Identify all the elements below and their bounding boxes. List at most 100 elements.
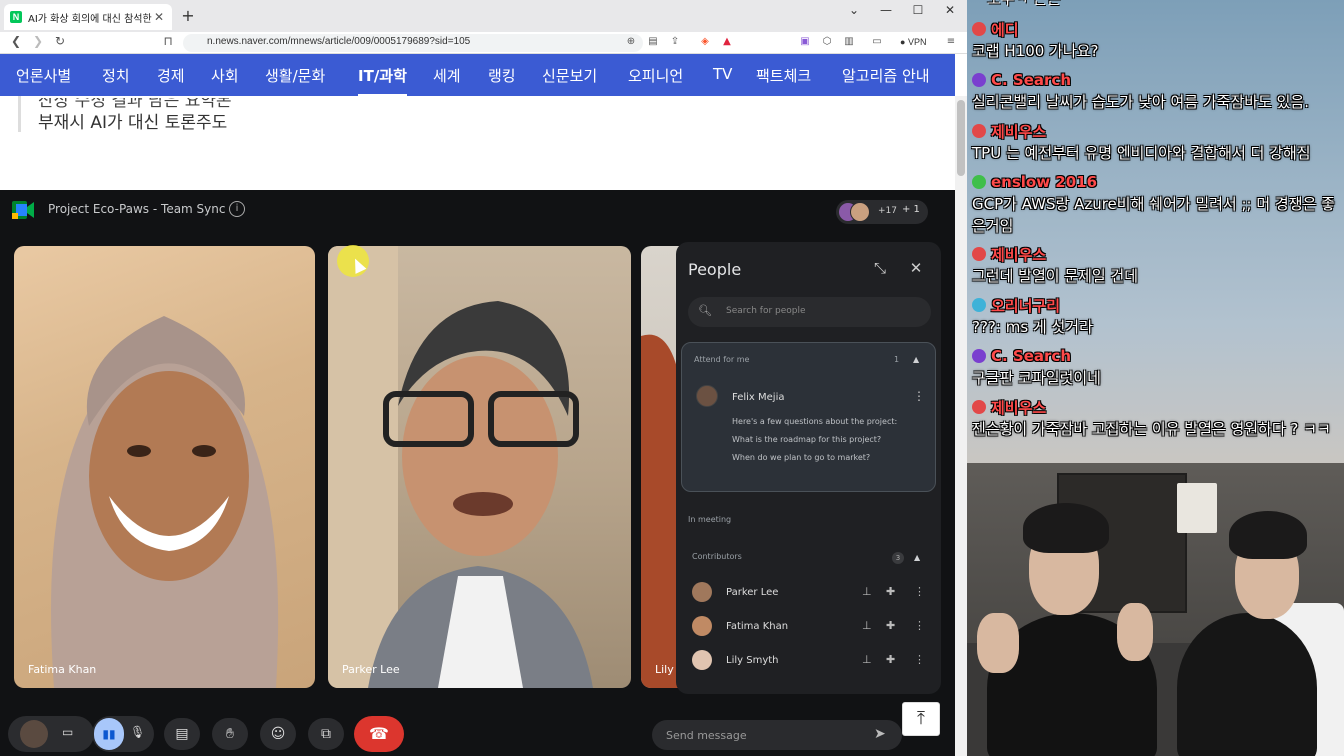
chevron-up-icon[interactable]: ▲ [913,355,919,364]
present-icon[interactable]: ⧉ [308,718,344,750]
chat-text: GCP가 AWS랑 Azure비해 쉐어가 밀려서 ;; 머 경쟁은 좋은거임 [972,195,1335,235]
close-window-icon[interactable]: ✕ [940,3,960,17]
chat-user-row: enslow 2016 [972,171,1340,193]
zoom-icon[interactable]: ⊕ [624,35,638,49]
avatar-count: +17 [878,206,897,216]
rewards-icon[interactable]: ▲ [720,35,734,49]
raise-hand-icon[interactable]: ✋︎ [212,718,248,750]
scroll-thumb[interactable] [957,100,965,176]
info-icon[interactable]: i [229,201,245,217]
send-message-input[interactable]: Send message ➤ [652,720,902,750]
nav-item[interactable]: IT/과학 [358,65,407,97]
wallet-icon[interactable]: ▭ [870,35,884,49]
captions-icon[interactable]: ▤ [164,718,200,750]
mic-icon[interactable]: 🎙︎ [130,725,145,739]
user-badge-icon [972,247,986,261]
chat-username[interactable]: C. Search [991,347,1071,365]
nav-item[interactable]: 정치 [102,65,130,86]
nav-item[interactable]: 랭킹 [488,65,516,86]
more-options-icon[interactable]: ⋮ [913,389,925,403]
mute-icon[interactable]: ✚ [886,585,895,598]
extensions-icon[interactable]: ⬡ [820,35,834,49]
mute-icon[interactable]: ✚ [886,653,895,666]
more-options-icon[interactable]: ⋮ [914,619,925,632]
naver-favicon-icon: N [10,11,22,23]
nav-item[interactable]: 경제 [157,65,185,86]
chevron-up-icon[interactable]: ▲ [914,553,920,562]
camera-icon: ▭ [62,725,74,739]
user-badge-icon [972,175,986,189]
contributor-name: Fatima Khan [726,621,789,632]
search-icon: 🔍︎ [698,304,712,317]
reload-icon[interactable]: ↻ [52,34,68,48]
nav-item[interactable]: 알고리즘 안내 [842,65,930,86]
vpn-button[interactable]: ● VPN [900,37,926,47]
nav-item[interactable]: TV [713,65,732,83]
chat-username[interactable]: 제비우스 [991,244,1046,265]
mute-icon[interactable]: ✚ [886,619,895,632]
nav-item[interactable]: 생활/문화 [265,65,325,86]
google-meet-video[interactable]: Project Eco-Paws - Team Sync i +17 + 1 F… [0,190,955,756]
contributor-row[interactable]: Parker Lee ⊥ ✚ ⋮ [692,580,932,606]
contributor-row[interactable]: Fatima Khan ⊥ ✚ ⋮ [692,614,932,640]
new-tab-icon[interactable]: + [180,6,196,25]
chat-user-row: 오리너구리 [972,294,1340,316]
chat-username[interactable]: 제비우스 [991,121,1046,142]
chat-username[interactable]: 오리너구리 [991,295,1060,316]
meeting-title: Project Eco-Paws - Team Sync [48,202,226,216]
nav-item[interactable]: 신문보기 [542,65,597,86]
nav-item[interactable]: 세계 [433,65,461,86]
question-line: Here's a few questions about the project… [732,417,898,426]
chat-text: TPU 는 예전부터 유명 엔비디아와 결합해서 더 강해짐 [972,144,1311,162]
pin-icon[interactable]: ⊥ [862,619,872,632]
page-scrollbar[interactable] [955,96,967,756]
nav-item[interactable]: 사회 [211,65,239,86]
forward-icon[interactable]: ❯ [30,34,46,48]
browser-tab[interactable]: N AI가 화상 회의에 대신 참석한다 ✕ [4,4,172,30]
tab-search-chevron-icon[interactable]: ⌄ [844,3,864,17]
chat-username[interactable]: 제비우스 [991,397,1046,418]
chat-username[interactable]: 에디 [991,19,1019,40]
end-call-button[interactable]: ☎︎ [354,716,404,752]
participant-video [51,316,279,688]
chat-username[interactable]: C. Search [991,71,1071,89]
maximize-icon[interactable]: ☐ [908,3,928,17]
back-icon[interactable]: ❮ [8,34,24,48]
pin-icon[interactable]: ⊥ [862,653,872,666]
reader-icon[interactable]: ▤ [646,35,660,49]
video-tile-parker[interactable]: Parker Lee [328,246,631,688]
nav-item[interactable]: 팩트체크 [756,65,811,86]
contributor-row[interactable]: Lily Smyth ⊥ ✚ ⋮ [692,648,932,674]
person-left-hair [1023,503,1109,553]
participant-avatars[interactable]: +17 + 1 [836,200,928,224]
avatar [692,650,712,670]
menu-icon[interactable]: ≡ [944,35,958,49]
audio-level-icon[interactable]: ▮▮ [94,718,124,750]
chat-user-row: C. Search [972,345,1340,367]
scroll-to-top-button[interactable]: ⤒ [902,702,940,736]
brave-shield-icon[interactable]: ◈ [698,35,712,49]
bookmark-icon[interactable]: ⊓ [160,34,176,48]
emoji-icon[interactable]: ☺ [260,718,296,750]
people-search-input[interactable]: 🔍︎ Search for people [688,297,931,327]
collapse-icon[interactable]: ⤡ [872,260,888,276]
sidebar-icon[interactable]: ▥ [842,35,856,49]
mic-control[interactable]: ▮▮ 🎙︎ [92,716,154,752]
nav-item[interactable]: 오피니언 [628,65,683,86]
more-options-icon[interactable]: ⋮ [914,585,925,598]
pin-icon[interactable]: ⊥ [862,585,872,598]
chat-username[interactable]: enslow 2016 [991,173,1097,191]
url-field[interactable]: n.news.naver.com/mnews/article/009/00051… [183,34,643,52]
extension-m-icon[interactable]: ▣ [798,35,812,49]
tab-close-icon[interactable]: ✕ [152,10,166,24]
share-icon[interactable]: ⇪ [668,35,682,49]
more-options-icon[interactable]: ⋮ [914,653,925,666]
close-icon[interactable]: ✕ [908,260,924,276]
self-view-button[interactable]: ▭ [8,716,94,752]
minimize-icon[interactable]: — [876,3,896,17]
send-icon[interactable]: ➤ [874,726,886,742]
avatar [692,582,712,602]
attend-for-me-section[interactable]: Attend for me 1 ▲ Felix Mejia ⋮ Here's a… [681,342,936,492]
video-tile-fatima[interactable]: Fatima Khan [14,246,315,688]
nav-item[interactable]: 언론사별 [16,65,71,86]
